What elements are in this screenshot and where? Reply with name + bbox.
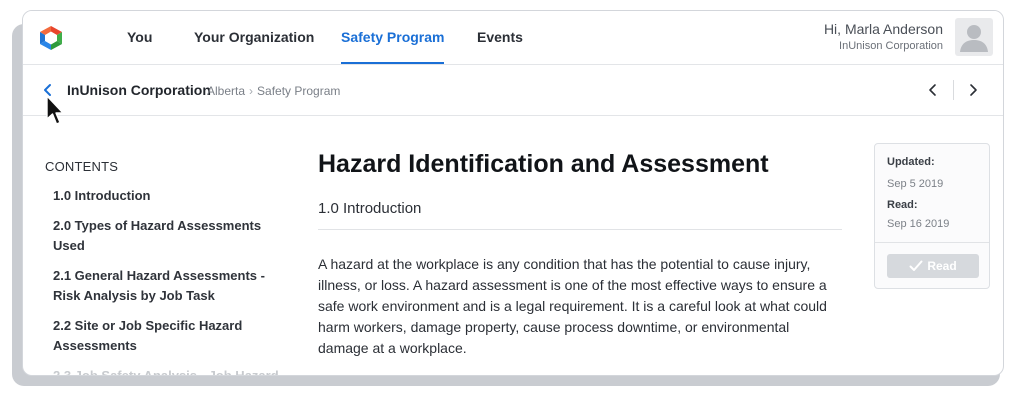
nav-tab-you[interactable]: You xyxy=(127,11,152,64)
updated-label: Updated: xyxy=(887,156,935,168)
toc-item-job-safety-analysis[interactable]: 2.3 Job Safety Analysis - Job Hazard Ana… xyxy=(53,366,295,375)
read-button-label: Read xyxy=(927,259,957,273)
nav-tab-your-organization[interactable]: Your Organization xyxy=(194,11,314,64)
updated-date: Sep 5 2019 xyxy=(887,178,944,190)
section-heading: 1.0 Introduction xyxy=(318,200,842,230)
read-date: Sep 16 2019 xyxy=(887,218,950,230)
nav-tab-events[interactable]: Events xyxy=(477,11,523,64)
user-greeting: Hi, Marla Anderson xyxy=(823,21,943,37)
toc-item-general-hazard-assessments[interactable]: 2.1 General Hazard Assessments - Risk An… xyxy=(53,266,295,306)
card-divider xyxy=(875,242,989,243)
toc-item-introduction[interactable]: 1.0 Introduction xyxy=(53,186,295,206)
user-silhouette-icon xyxy=(960,25,988,52)
avatar[interactable] xyxy=(955,18,993,56)
app-window: You Your Organization Safety Program Eve… xyxy=(22,10,1004,376)
check-icon xyxy=(909,260,923,271)
nav-tab-safety-program[interactable]: Safety Program xyxy=(341,11,445,64)
read-label: Read: xyxy=(887,199,918,211)
user-organization: InUnison Corporation xyxy=(839,40,943,52)
pager-divider xyxy=(953,80,954,100)
main-content: Hazard Identification and Assessment 1.0… xyxy=(318,148,842,359)
page-title: Hazard Identification and Assessment xyxy=(318,150,769,178)
breadcrumb-item-alberta[interactable]: Alberta xyxy=(207,84,245,98)
next-page-button[interactable] xyxy=(965,82,981,98)
breadcrumb-separator: › xyxy=(249,84,254,98)
breadcrumb-path: Alberta › Safety Program xyxy=(207,84,340,98)
toc-item-types-of-hazard-assessments[interactable]: 2.0 Types of Hazard Assessments Used xyxy=(53,216,295,256)
breadcrumb-title[interactable]: InUnison Corporation xyxy=(67,82,211,98)
table-of-contents: CONTENTS 1.0 Introduction 2.0 Types of H… xyxy=(45,159,295,375)
toc-item-site-specific-assessments[interactable]: 2.2 Site or Job Specific Hazard Assessme… xyxy=(53,316,295,356)
inunison-logo-icon[interactable] xyxy=(37,24,65,52)
read-status-card: Updated: Sep 5 2019 Read: Sep 16 2019 Re… xyxy=(874,143,990,289)
mouse-pointer-icon xyxy=(46,95,64,125)
contents-heading: CONTENTS xyxy=(45,159,119,174)
previous-page-button[interactable] xyxy=(925,82,941,98)
breadcrumb: InUnison Corporation Alberta › Safety Prog… xyxy=(23,65,1003,116)
section-body: A hazard at the workplace is any conditi… xyxy=(318,256,827,356)
mark-read-button[interactable]: Read xyxy=(887,254,979,278)
breadcrumb-item-safety-program[interactable]: Safety Program xyxy=(257,84,340,98)
user-menu[interactable]: Hi, Marla Anderson InUnison Corporation xyxy=(824,21,943,52)
top-navigation: You Your Organization Safety Program Eve… xyxy=(23,11,1003,65)
